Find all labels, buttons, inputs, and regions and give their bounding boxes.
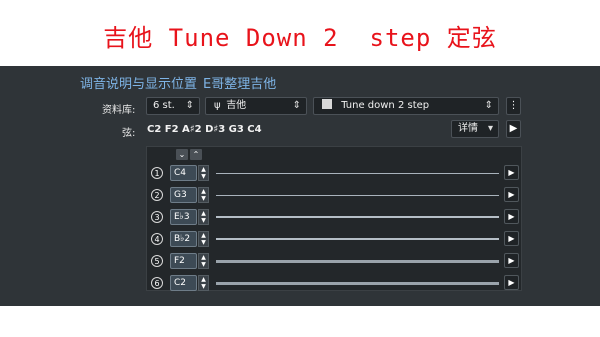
- string-line: [216, 173, 499, 174]
- note-stepper[interactable]: ▲ ▼: [198, 253, 209, 269]
- strings-label: 弦:: [122, 128, 136, 139]
- stepper-up-icon[interactable]: ▲: [201, 276, 206, 283]
- note-stepper[interactable]: ▲ ▼: [198, 165, 209, 181]
- stepper-down-icon[interactable]: ▼: [201, 239, 206, 246]
- play-icon: ▶: [508, 168, 515, 177]
- play-all-button[interactable]: ▶: [506, 120, 521, 138]
- stepper-up-icon[interactable]: ▲: [201, 188, 206, 195]
- detail-select[interactable]: 详情 ▾: [451, 120, 499, 138]
- footer: [0, 306, 600, 337]
- play-string-button[interactable]: ▶: [504, 253, 519, 268]
- string-line: [216, 216, 499, 218]
- tuning-select-value: Tune down 2 step: [341, 100, 430, 111]
- play-icon: ▶: [508, 190, 515, 199]
- string-note-field[interactable]: C4: [170, 165, 197, 181]
- play-string-button[interactable]: ▶: [504, 187, 519, 202]
- guitar-icon: ψ: [214, 100, 221, 111]
- string-row: 2 G3 ▲ ▼ ▶: [147, 185, 523, 205]
- string-number: 3: [151, 211, 163, 223]
- library-label: 资料库:: [102, 105, 136, 116]
- panel-heading-title: 调音说明与显示位置: [80, 77, 198, 92]
- note-stepper[interactable]: ▲ ▼: [198, 209, 209, 225]
- stepper-down-icon[interactable]: ▼: [201, 195, 206, 202]
- collapse-all-button[interactable]: ⌄: [176, 149, 188, 160]
- string-row: 5 F2 ▲ ▼ ▶: [147, 251, 523, 271]
- library-select-value: 6 st.: [153, 100, 175, 111]
- library-select[interactable]: 6 st. ⇕: [146, 97, 200, 115]
- panel-heading: 调音说明与显示位置 E哥整理吉他: [80, 73, 276, 92]
- instrument-select-value: 吉他: [226, 100, 247, 111]
- stepper-up-icon[interactable]: ▲: [201, 254, 206, 261]
- chevron-down-icon: ⌄: [178, 150, 186, 159]
- play-icon: ▶: [508, 212, 515, 221]
- banner-title: 吉他 Tune Down 2 step 定弦: [103, 24, 497, 52]
- string-number: 4: [151, 233, 163, 245]
- stepper-down-icon[interactable]: ▼: [201, 261, 206, 268]
- string-number: 2: [151, 189, 163, 201]
- note-stepper[interactable]: ▲ ▼: [198, 231, 209, 247]
- string-line: [216, 195, 499, 196]
- string-note-field[interactable]: G3: [170, 187, 197, 203]
- string-row: 1 C4 ▲ ▼ ▶: [147, 163, 523, 183]
- note-stepper[interactable]: ▲ ▼: [198, 275, 209, 291]
- banner: 吉他 Tune Down 2 step 定弦: [0, 0, 600, 66]
- book-icon: [322, 99, 332, 109]
- play-string-button[interactable]: ▶: [504, 209, 519, 224]
- strings-panel: ⌄ ⌃ 1 C4 ▲ ▼ ▶ 2 G3 ▲ ▼ ▶ 3 E♭3 ▲ ▼ ▶ 4 B♭2 ▲ ▼ ▶ 5 F2 ▲ ▼ ▶ 6 C2 ▲…: [146, 146, 522, 291]
- strings-notes: C2 F2 A♯2 D♯3 G3 C4: [147, 124, 262, 135]
- stepper-down-icon[interactable]: ▼: [201, 283, 206, 290]
- play-icon: ▶: [509, 123, 518, 134]
- stepper-down-icon[interactable]: ▼: [201, 173, 206, 180]
- expand-all-button[interactable]: ⌃: [190, 149, 202, 160]
- string-number: 1: [151, 167, 163, 179]
- chevron-down-icon: ▾: [487, 123, 493, 134]
- play-string-button[interactable]: ▶: [504, 231, 519, 246]
- string-note-field[interactable]: C2: [170, 275, 197, 291]
- stepper-down-icon[interactable]: ▼: [201, 217, 206, 224]
- string-note-field[interactable]: F2: [170, 253, 197, 269]
- tuning-select[interactable]: Tune down 2 step ⇕: [313, 97, 499, 115]
- play-icon: ▶: [508, 278, 515, 287]
- string-line: [216, 282, 499, 285]
- stepper-up-icon[interactable]: ▲: [201, 210, 206, 217]
- string-row: 4 B♭2 ▲ ▼ ▶: [147, 229, 523, 249]
- chevron-up-icon: ⌃: [192, 150, 200, 159]
- play-string-button[interactable]: ▶: [504, 165, 519, 180]
- more-options-button[interactable]: ⋮: [506, 97, 521, 115]
- string-note-field[interactable]: E♭3: [170, 209, 197, 225]
- note-stepper[interactable]: ▲ ▼: [198, 187, 209, 203]
- more-vertical-icon: ⋮: [508, 100, 519, 111]
- play-icon: ▶: [508, 234, 515, 243]
- play-icon: ▶: [508, 256, 515, 265]
- chevron-updown-icon: ⇕: [185, 100, 194, 111]
- string-line: [216, 238, 499, 240]
- chevron-updown-icon: ⇕: [292, 100, 301, 111]
- stepper-up-icon[interactable]: ▲: [201, 232, 206, 239]
- string-row: 3 E♭3 ▲ ▼ ▶: [147, 207, 523, 227]
- string-number: 6: [151, 277, 163, 289]
- string-number: 5: [151, 255, 163, 267]
- string-note-field[interactable]: B♭2: [170, 231, 197, 247]
- instrument-select[interactable]: ψ 吉他 ⇕: [205, 97, 307, 115]
- play-string-button[interactable]: ▶: [504, 275, 519, 290]
- string-line: [216, 260, 499, 263]
- stepper-up-icon[interactable]: ▲: [201, 166, 206, 173]
- tuner-panel: 调音说明与显示位置 E哥整理吉他 资料库: 6 st. ⇕ ψ 吉他 ⇕ Tune…: [0, 66, 600, 306]
- string-row: 6 C2 ▲ ▼ ▶: [147, 273, 523, 293]
- detail-select-value: 详情: [458, 123, 478, 134]
- panel-heading-subtitle: E哥整理吉他: [203, 77, 277, 92]
- chevron-updown-icon: ⇕: [484, 100, 493, 111]
